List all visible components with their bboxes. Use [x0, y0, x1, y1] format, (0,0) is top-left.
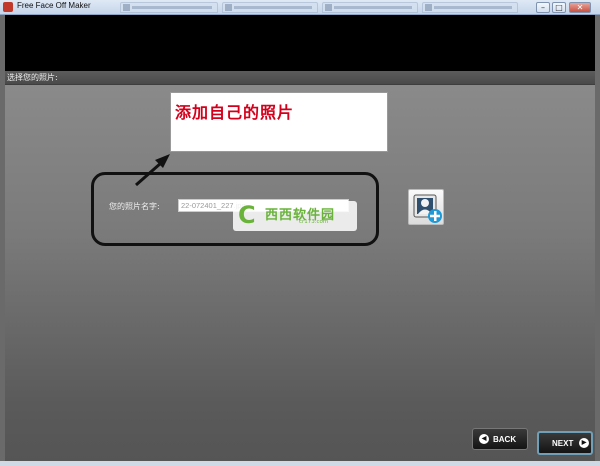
- next-label: NEXT: [552, 439, 574, 448]
- add-photo-icon: [413, 194, 442, 223]
- photo-name-label: 您的照片名字:: [109, 202, 160, 211]
- watermark-logo: C 西西软件园 cr173.com: [233, 201, 357, 231]
- back-label: BACK: [493, 435, 517, 444]
- watermark-logo-letter: C: [238, 201, 256, 229]
- watermark-site: cr173.com: [299, 219, 329, 225]
- back-button[interactable]: ◀ BACK: [472, 428, 528, 450]
- back-arrow-icon: ◀: [479, 434, 489, 444]
- next-button[interactable]: NEXT ▶: [537, 431, 593, 455]
- next-arrow-icon: ▶: [579, 438, 589, 448]
- add-photo-button[interactable]: [408, 189, 444, 225]
- taskbar-strip: [0, 461, 600, 466]
